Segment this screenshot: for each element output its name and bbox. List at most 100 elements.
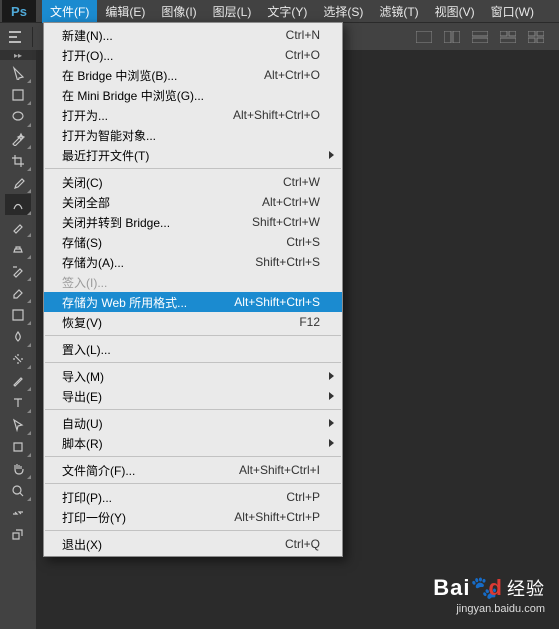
tool-swap-colors[interactable] [5, 502, 31, 523]
tool-magic-wand[interactable] [5, 128, 31, 149]
menu-item-0[interactable]: 新建(N)...Ctrl+N [44, 25, 342, 45]
menu-item-shortcut: Ctrl+O [285, 48, 320, 62]
menu-item-17[interactable]: 置入(L)... [44, 339, 342, 359]
menu-item-label: 恢复(V) [62, 314, 299, 331]
menu-6[interactable]: 滤镜(T) [371, 0, 426, 23]
tool-zoom[interactable] [5, 480, 31, 501]
submenu-arrow-icon [329, 151, 334, 159]
tool-pen[interactable] [5, 370, 31, 391]
menu-item-label: 脚本(R) [62, 435, 320, 452]
menu-item-label: 关闭并转到 Bridge... [62, 214, 252, 231]
menu-item-label: 最近打开文件(T) [62, 147, 320, 164]
menu-item-22[interactable]: 自动(U) [44, 413, 342, 433]
menu-item-label: 打开为... [62, 107, 233, 124]
tool-gradient[interactable] [5, 304, 31, 325]
tools-panel [0, 60, 37, 545]
menu-item-shortcut: Ctrl+N [286, 28, 320, 42]
tool-preset-icon[interactable] [4, 26, 26, 48]
menu-separator [45, 483, 341, 484]
menu-item-20[interactable]: 导出(E) [44, 386, 342, 406]
menu-item-label: 打开(O)... [62, 47, 285, 64]
tool-blur[interactable] [5, 326, 31, 347]
divider [32, 27, 33, 47]
paw-icon: 🐾 [471, 575, 489, 601]
menu-item-19[interactable]: 导入(M) [44, 366, 342, 386]
menu-item-25[interactable]: 文件简介(F)...Alt+Shift+Ctrl+I [44, 460, 342, 480]
menu-item-10[interactable]: 关闭并转到 Bridge...Shift+Ctrl+W [44, 212, 342, 232]
menu-item-9[interactable]: 关闭全部Alt+Ctrl+W [44, 192, 342, 212]
menu-item-6[interactable]: 最近打开文件(T) [44, 145, 342, 165]
menu-item-shortcut: Ctrl+Q [285, 537, 320, 551]
menu-separator [45, 409, 341, 410]
tool-crop[interactable] [5, 150, 31, 171]
arrange-icon[interactable] [497, 29, 519, 45]
menu-8[interactable]: 窗口(W) [483, 0, 542, 23]
arrange-icon[interactable] [413, 29, 435, 45]
arrange-icon[interactable] [469, 29, 491, 45]
menu-item-label: 存储为(A)... [62, 254, 255, 271]
arrange-icon[interactable] [525, 29, 547, 45]
tool-path-select[interactable] [5, 414, 31, 435]
menu-item-shortcut: Ctrl+P [286, 490, 320, 504]
menu-item-shortcut: Shift+Ctrl+S [255, 255, 320, 269]
menu-item-label: 关闭(C) [62, 174, 283, 191]
menu-item-label: 在 Bridge 中浏览(B)... [62, 67, 264, 84]
menu-item-label: 导出(E) [62, 388, 320, 405]
menu-item-5[interactable]: 打开为智能对象... [44, 125, 342, 145]
menu-5[interactable]: 选择(S) [315, 0, 371, 23]
tool-history-brush[interactable] [5, 260, 31, 281]
menubar: Ps 文件(F)编辑(E)图像(I)图层(L)文字(Y)选择(S)滤镜(T)视图… [0, 0, 559, 23]
menu-item-12[interactable]: 存储为(A)...Shift+Ctrl+S [44, 252, 342, 272]
menu-item-23[interactable]: 脚本(R) [44, 433, 342, 453]
arrange-icons [413, 29, 547, 45]
menu-item-2[interactable]: 在 Bridge 中浏览(B)...Alt+Ctrl+O [44, 65, 342, 85]
menu-3[interactable]: 图层(L) [205, 0, 260, 23]
menu-item-4[interactable]: 打开为...Alt+Shift+Ctrl+O [44, 105, 342, 125]
menu-item-14[interactable]: 存储为 Web 所用格式...Alt+Shift+Ctrl+S [44, 292, 342, 312]
tool-marquee[interactable] [5, 84, 31, 105]
tool-dodge[interactable] [5, 348, 31, 369]
menu-item-shortcut: Alt+Shift+Ctrl+P [234, 510, 320, 524]
tool-panel-tab[interactable]: ▸▸ [0, 50, 36, 60]
menu-item-label: 自动(U) [62, 415, 320, 432]
menu-separator [45, 456, 341, 457]
menu-item-label: 存储(S) [62, 234, 286, 251]
menu-item-1[interactable]: 打开(O)...Ctrl+O [44, 45, 342, 65]
tool-brush[interactable] [5, 216, 31, 237]
tool-healing-brush[interactable] [5, 194, 31, 215]
menu-item-shortcut: Alt+Ctrl+O [264, 68, 320, 82]
watermark-text: d [489, 575, 503, 600]
menu-1[interactable]: 编辑(E) [97, 0, 153, 23]
menu-item-label: 签入(I)... [62, 274, 320, 291]
app-logo: Ps [2, 0, 36, 22]
tool-hand[interactable] [5, 458, 31, 479]
arrange-icon[interactable] [441, 29, 463, 45]
menu-item-8[interactable]: 关闭(C)Ctrl+W [44, 172, 342, 192]
watermark-url: jingyan.baidu.com [433, 603, 545, 615]
menu-item-11[interactable]: 存储(S)Ctrl+S [44, 232, 342, 252]
tool-foreground-background[interactable] [5, 524, 31, 545]
tool-eraser[interactable] [5, 282, 31, 303]
tool-lasso[interactable] [5, 106, 31, 127]
tool-move[interactable] [5, 62, 31, 83]
menu-item-15[interactable]: 恢复(V)F12 [44, 312, 342, 332]
menu-separator [45, 335, 341, 336]
menu-item-label: 置入(L)... [62, 341, 320, 358]
tool-eyedropper[interactable] [5, 172, 31, 193]
tool-rectangle[interactable] [5, 436, 31, 457]
menu-item-shortcut: Alt+Ctrl+W [262, 195, 320, 209]
menu-4[interactable]: 文字(Y) [259, 0, 315, 23]
menu-2[interactable]: 图像(I) [153, 0, 204, 23]
menu-0[interactable]: 文件(F) [42, 0, 97, 23]
menu-item-shortcut: F12 [299, 315, 320, 329]
menu-7[interactable]: 视图(V) [427, 0, 483, 23]
menu-item-3[interactable]: 在 Mini Bridge 中浏览(G)... [44, 85, 342, 105]
menu-item-28[interactable]: 打印一份(Y)Alt+Shift+Ctrl+P [44, 507, 342, 527]
watermark-text: 经验 [507, 579, 545, 599]
menu-item-27[interactable]: 打印(P)...Ctrl+P [44, 487, 342, 507]
menu-separator [45, 362, 341, 363]
menu-item-30[interactable]: 退出(X)Ctrl+Q [44, 534, 342, 554]
tool-type[interactable] [5, 392, 31, 413]
menu-item-label: 打开为智能对象... [62, 127, 320, 144]
tool-clone-stamp[interactable] [5, 238, 31, 259]
